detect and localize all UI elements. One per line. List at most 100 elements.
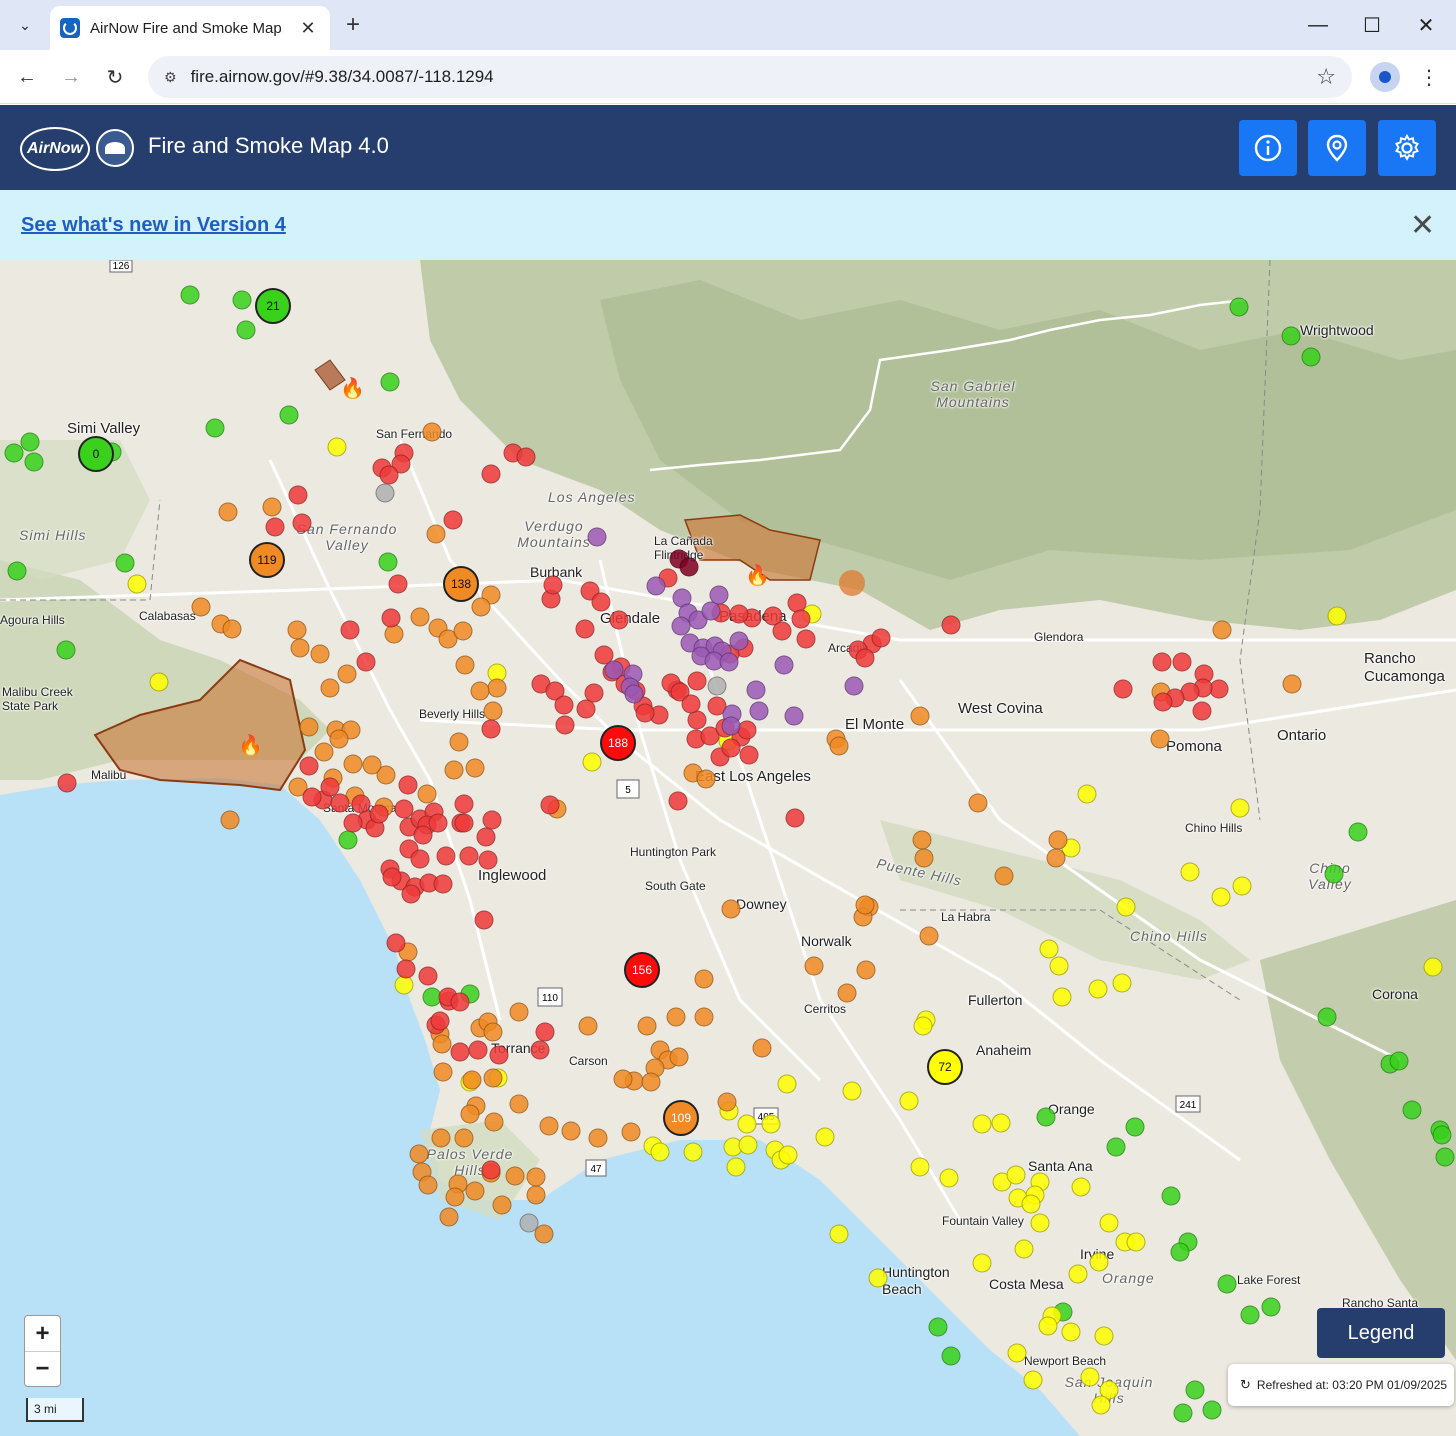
minimize-icon[interactable]: — bbox=[1298, 8, 1338, 42]
sensor-dot[interactable] bbox=[454, 1128, 474, 1148]
sensor-dot[interactable] bbox=[1112, 973, 1132, 993]
sensor-dot[interactable] bbox=[1048, 830, 1068, 850]
sensor-dot[interactable] bbox=[327, 437, 347, 457]
sensor-dot[interactable] bbox=[127, 574, 147, 594]
sensor-dot[interactable] bbox=[1030, 1213, 1050, 1233]
sensor-dot[interactable] bbox=[681, 694, 701, 714]
sensor-dot[interactable] bbox=[426, 524, 446, 544]
sensor-dot[interactable] bbox=[1094, 1326, 1114, 1346]
sensor-dot[interactable] bbox=[455, 655, 475, 675]
sensor-dot[interactable] bbox=[1039, 939, 1059, 959]
browser-tab[interactable]: AirNow Fire and Smoke Map ✕ bbox=[50, 6, 330, 50]
sensor-dot[interactable] bbox=[380, 372, 400, 392]
address-bar[interactable]: ⚙ fire.airnow.gov/#9.38/34.0087/-118.129… bbox=[148, 56, 1352, 98]
sensor-dot[interactable] bbox=[1240, 1305, 1260, 1325]
sensor-dot[interactable] bbox=[1052, 987, 1072, 1007]
sensor-dot[interactable] bbox=[526, 1167, 546, 1187]
sensor-dot[interactable] bbox=[972, 1114, 992, 1134]
sensor-dot[interactable] bbox=[384, 624, 404, 644]
sensor-dot[interactable] bbox=[483, 1022, 503, 1042]
sensor-dot[interactable] bbox=[483, 1068, 503, 1088]
reload-icon[interactable]: ↻ bbox=[100, 62, 130, 92]
sensor-dot[interactable] bbox=[382, 867, 402, 887]
sensor-dot[interactable] bbox=[401, 884, 421, 904]
sensor-dot[interactable] bbox=[777, 1074, 797, 1094]
sensor-dot[interactable] bbox=[481, 1160, 501, 1180]
sensor-dot[interactable] bbox=[329, 729, 349, 749]
sensor-dot[interactable] bbox=[855, 648, 875, 668]
sensor-dot[interactable] bbox=[292, 513, 312, 533]
sensor-dot[interactable] bbox=[576, 699, 596, 719]
sensor-dot[interactable] bbox=[409, 1144, 429, 1164]
sensor-dot[interactable] bbox=[265, 517, 285, 537]
sensor-dot[interactable] bbox=[941, 1346, 961, 1366]
sensor-dot[interactable] bbox=[604, 660, 624, 680]
sensor-dot[interactable] bbox=[1230, 798, 1250, 818]
aqi-monitor[interactable]: 21 bbox=[255, 288, 291, 324]
sensor-dot[interactable] bbox=[381, 608, 401, 628]
sensor-dot[interactable] bbox=[928, 1317, 948, 1337]
sensor-dot[interactable] bbox=[356, 652, 376, 672]
sensor-dot[interactable] bbox=[481, 719, 501, 739]
sensor-dot[interactable] bbox=[218, 502, 238, 522]
sensor-dot[interactable] bbox=[1211, 887, 1231, 907]
sensor-dot[interactable] bbox=[721, 899, 741, 919]
sensor-dot[interactable] bbox=[180, 285, 200, 305]
sensor-dot[interactable] bbox=[115, 553, 135, 573]
sensor-dot[interactable] bbox=[220, 810, 240, 830]
sensor-dot[interactable] bbox=[7, 561, 27, 581]
sensor-dot[interactable] bbox=[453, 621, 473, 641]
sensor-dot[interactable] bbox=[454, 813, 474, 833]
sensor-dot[interactable] bbox=[650, 1142, 670, 1162]
map-canvas[interactable]: 🔥 🔥 🔥 126 5 110 47 405 241 San Gabriel M… bbox=[0, 260, 1456, 1436]
sensor-dot[interactable] bbox=[539, 1116, 559, 1136]
sensor-dot[interactable] bbox=[555, 715, 575, 735]
sensor-dot[interactable] bbox=[436, 846, 456, 866]
sensor-dot[interactable] bbox=[279, 405, 299, 425]
sensor-dot[interactable] bbox=[679, 557, 699, 577]
sensor-dot[interactable] bbox=[505, 1166, 525, 1186]
sensor-dot[interactable] bbox=[1229, 297, 1249, 317]
sensor-dot[interactable] bbox=[516, 447, 536, 467]
sensor-dot[interactable] bbox=[1435, 1147, 1455, 1167]
sensor-dot[interactable] bbox=[1348, 822, 1368, 842]
sensor-dot[interactable] bbox=[796, 629, 816, 649]
sensor-dot[interactable] bbox=[941, 615, 961, 635]
sensor-dot[interactable] bbox=[444, 760, 464, 780]
sensor-dot[interactable] bbox=[430, 1011, 450, 1031]
sensor-dot[interactable] bbox=[761, 1114, 781, 1134]
sensor-dot[interactable] bbox=[694, 1007, 714, 1027]
sensor-dot[interactable] bbox=[474, 910, 494, 930]
sensor-dot[interactable] bbox=[1080, 1367, 1100, 1387]
sensor-dot[interactable] bbox=[707, 676, 727, 696]
sensor-dot[interactable] bbox=[443, 510, 463, 530]
sensor-dot[interactable] bbox=[535, 1022, 555, 1042]
profile-avatar-icon[interactable] bbox=[1370, 62, 1400, 92]
sensor-dot[interactable] bbox=[1217, 1274, 1237, 1294]
sensor-dot[interactable] bbox=[994, 866, 1014, 886]
sensor-dot[interactable] bbox=[1046, 848, 1066, 868]
whats-new-link[interactable]: See what's new in Version 4 bbox=[21, 214, 286, 237]
sensor-dot[interactable] bbox=[910, 706, 930, 726]
zoom-in-button[interactable]: + bbox=[25, 1316, 60, 1351]
sensor-dot[interactable] bbox=[1317, 1007, 1337, 1027]
aqi-monitor[interactable]: 188 bbox=[600, 725, 636, 761]
sensor-dot[interactable] bbox=[641, 1072, 661, 1092]
aqi-monitor[interactable]: 109 bbox=[663, 1100, 699, 1136]
sensor-dot[interactable] bbox=[519, 1213, 539, 1233]
tab-list-chevron-icon[interactable]: ⌄ bbox=[10, 10, 40, 40]
sensor-dot[interactable] bbox=[1327, 606, 1347, 626]
sensor-dot[interactable] bbox=[1301, 347, 1321, 367]
sensor-dot[interactable] bbox=[449, 732, 469, 752]
sensor-dot[interactable] bbox=[149, 672, 169, 692]
sensor-dot[interactable] bbox=[737, 1114, 757, 1134]
sensor-dot[interactable] bbox=[1023, 1370, 1043, 1390]
sensor-dot[interactable] bbox=[972, 1253, 992, 1273]
airnow-logo[interactable]: AirNow bbox=[20, 127, 90, 171]
sensor-dot[interactable] bbox=[588, 1128, 608, 1148]
sensor-dot[interactable] bbox=[450, 992, 470, 1012]
sensor-dot[interactable] bbox=[1071, 1177, 1091, 1197]
sensor-dot[interactable] bbox=[785, 808, 805, 828]
sensor-dot[interactable] bbox=[465, 758, 485, 778]
sensor-dot[interactable] bbox=[778, 1145, 798, 1165]
